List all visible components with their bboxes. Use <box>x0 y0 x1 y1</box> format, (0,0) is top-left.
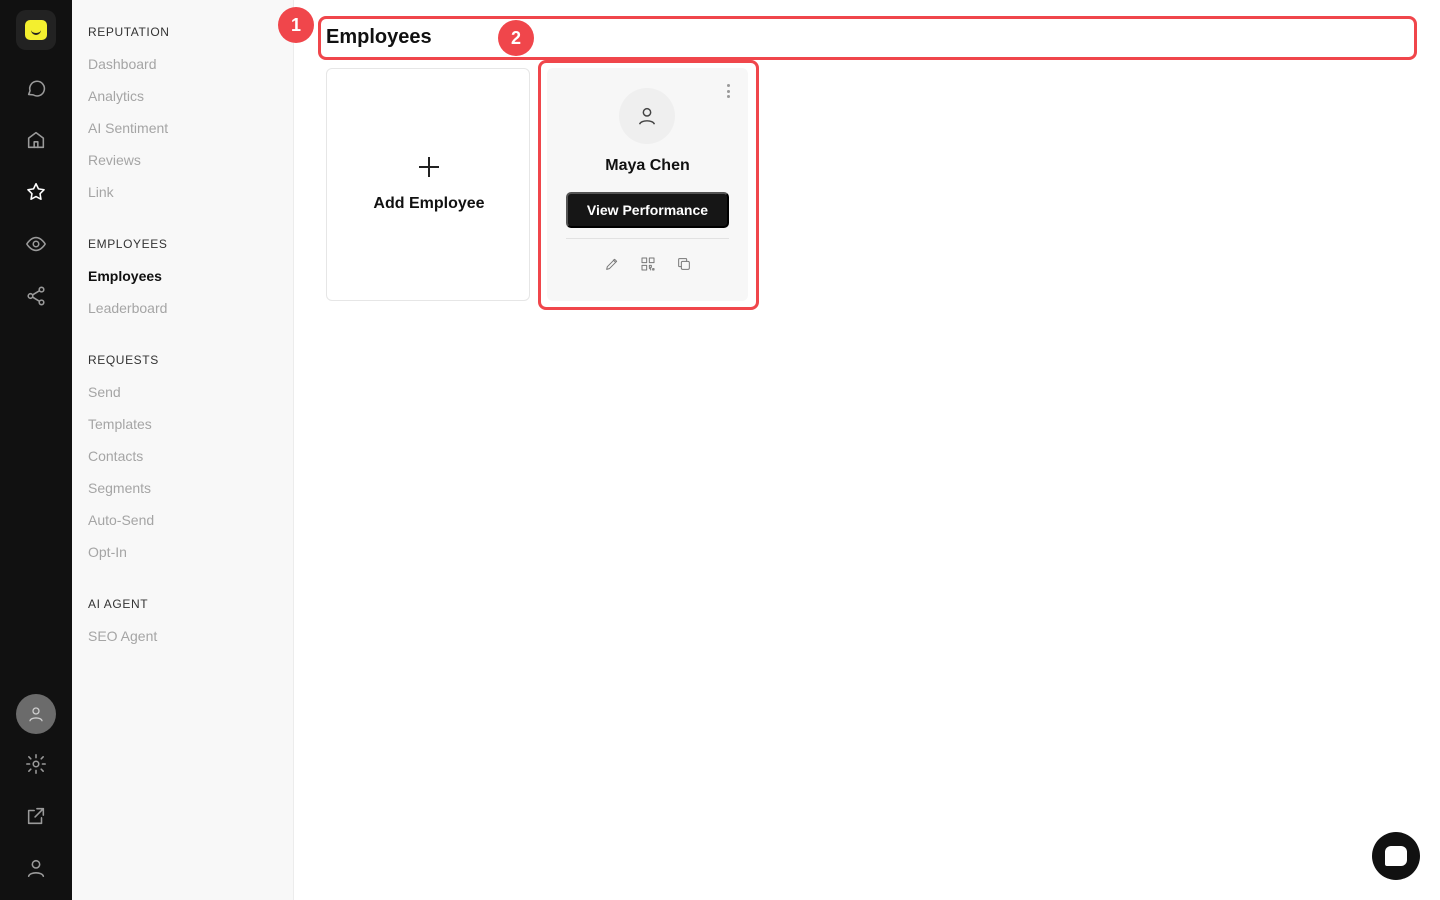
gear-icon <box>26 754 46 774</box>
secondary-sidebar: REPUTATION Dashboard Analytics AI Sentim… <box>72 0 294 900</box>
user-avatar-icon <box>29 707 43 722</box>
sidebar-item-templates[interactable]: Templates <box>88 416 152 432</box>
rail-account[interactable] <box>16 848 56 888</box>
sidebar-item-auto-send[interactable]: Auto-Send <box>88 512 154 528</box>
section-title-reputation: REPUTATION <box>88 25 170 39</box>
rail-monitor[interactable] <box>16 224 56 264</box>
app-logo[interactable] <box>16 10 56 50</box>
rail-share[interactable] <box>16 276 56 316</box>
star-icon <box>27 182 45 201</box>
annotation-badge-1: 1 <box>278 7 314 43</box>
section-title-employees: EMPLOYEES <box>88 237 168 251</box>
sidebar-item-seo-agent[interactable]: SEO Agent <box>88 628 157 644</box>
sidebar-item-ai-sentiment[interactable]: AI Sentiment <box>88 120 168 136</box>
sidebar-item-contacts[interactable]: Contacts <box>88 448 143 464</box>
chat-icon <box>27 80 46 97</box>
sidebar-item-opt-in[interactable]: Opt-In <box>88 544 127 560</box>
add-employee-card[interactable]: Add Employee <box>326 68 530 301</box>
sidebar-item-employees[interactable]: Employees <box>88 268 162 284</box>
add-employee-label: Add Employee <box>373 195 485 212</box>
section-title-ai-agent: AI AGENT <box>88 597 149 611</box>
sidebar-item-link[interactable]: Link <box>88 184 114 200</box>
logo-icon <box>25 20 47 40</box>
sidebar-item-segments[interactable]: Segments <box>88 480 151 496</box>
user-icon <box>27 859 45 878</box>
user-avatar[interactable] <box>16 694 56 734</box>
share-icon <box>27 286 45 306</box>
external-link-icon <box>27 807 45 825</box>
icon-rail <box>0 0 72 900</box>
plus-icon <box>419 157 439 177</box>
sidebar-item-leaderboard[interactable]: Leaderboard <box>88 300 167 316</box>
highlight-box-1 <box>318 16 1417 60</box>
rail-reputation[interactable] <box>16 172 56 212</box>
rail-home[interactable] <box>16 120 56 160</box>
sidebar-item-dashboard[interactable]: Dashboard <box>88 56 157 72</box>
eye-icon <box>26 236 46 252</box>
rail-settings[interactable] <box>16 744 56 784</box>
rail-external[interactable] <box>16 796 56 836</box>
sidebar-item-reviews[interactable]: Reviews <box>88 152 141 168</box>
home-icon <box>27 131 45 149</box>
chat-widget-button[interactable] <box>1372 832 1420 880</box>
sidebar-item-send[interactable]: Send <box>88 384 121 400</box>
annotation-badge-2: 2 <box>498 20 534 56</box>
sidebar-item-analytics[interactable]: Analytics <box>88 88 144 104</box>
chat-bubble-icon <box>1385 846 1407 866</box>
section-title-requests: REQUESTS <box>88 353 159 367</box>
rail-chat[interactable] <box>16 68 56 108</box>
highlight-box-2 <box>538 60 759 310</box>
